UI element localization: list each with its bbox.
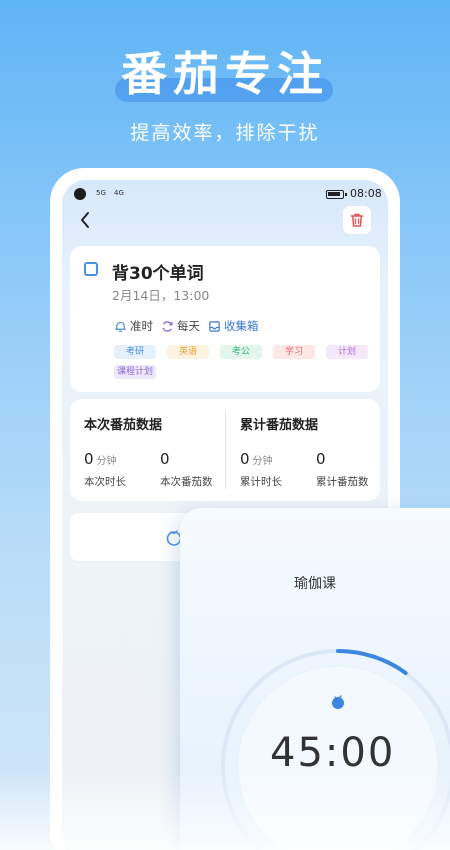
total-count-label: 累计番茄数 [316,476,369,488]
current-duration-unit: 分钟 [96,456,117,467]
stats-card: 本次番茄数据 0 分钟 0 本次时长 本次番茄数 累计番茄数据 0 分钟 0 累计时… [70,399,380,501]
current-duration-label: 本次时长 [84,476,126,488]
current-count-value: 0 [160,450,170,468]
camera-icon [74,188,86,200]
total-duration-value: 0 [240,450,250,468]
repeat-icon [162,320,173,332]
battery-icon [326,190,347,199]
current-count-label: 本次番茄数 [160,476,213,488]
list-item[interactable]: 收集箱 [208,318,259,334]
repeat-label: 每天 [177,319,200,333]
timer-task-title: 瑜伽课 [294,576,336,592]
total-duration-unit: 分钟 [252,456,273,467]
total-stats-title: 累计番茄数据 [240,418,319,433]
back-icon[interactable] [76,210,96,230]
task-meta-row: 准时 每天 收集箱 [114,318,259,334]
task-card: 背30个单词 2月14日，13:00 准时 每天 收集箱 考研 英语 考公 学习… [70,246,380,392]
task-datetime: 2月14日，13:00 [112,288,210,303]
current-duration-value: 0 [84,450,94,468]
inbox-icon [209,320,220,332]
reminder-item[interactable]: 准时 [114,318,153,334]
tag[interactable]: 英语 [167,345,209,359]
signal-5g-icon: 5G [96,189,106,197]
trash-icon [350,213,364,227]
tag[interactable]: 课程计划 [114,365,156,379]
tag-row-2: 课程计划 [114,365,374,379]
stats-divider [225,411,226,489]
total-duration: 0 分钟 [240,450,273,468]
tag[interactable]: 考公 [220,345,262,359]
current-duration: 0 分钟 [84,450,117,468]
tag[interactable]: 考研 [114,345,156,359]
total-count-value: 0 [316,450,326,468]
task-checkbox[interactable] [84,262,98,276]
delete-button[interactable] [343,206,371,234]
reminder-label: 准时 [130,319,153,333]
bell-icon [115,321,126,332]
tag-row-1: 考研 英语 考公 学习 计划 [114,345,374,359]
total-duration-label: 累计时长 [240,476,282,488]
status-bar: 5G 4G 08:08 [62,180,388,208]
current-stats-title: 本次番茄数据 [84,418,163,433]
bottom-fade [0,770,450,850]
hero-subtitle: 提高效率，排除干扰 [130,122,320,144]
tag[interactable]: 学习 [273,345,315,359]
task-title: 背30个单词 [112,264,204,284]
list-label: 收集箱 [224,319,259,333]
repeat-item[interactable]: 每天 [161,318,200,334]
status-time: 08:08 [350,187,382,200]
tag[interactable]: 计划 [326,345,368,359]
signal-4g-icon: 4G [114,189,124,197]
hero-title: 番茄专注 [121,47,329,101]
